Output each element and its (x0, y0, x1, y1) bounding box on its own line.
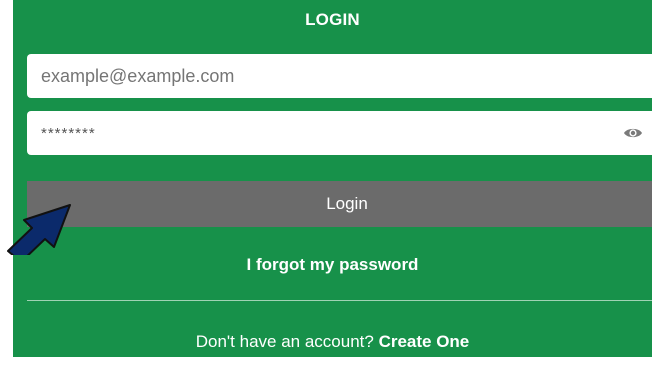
signup-prompt-text: Don't have an account? (195, 332, 374, 351)
create-account-link[interactable]: Create One (379, 332, 470, 351)
email-field[interactable]: example@example.com (27, 54, 652, 98)
signup-prompt: Don't have an account? Create One (13, 332, 652, 352)
login-title: LOGIN (305, 10, 360, 29)
eye-icon[interactable] (623, 124, 643, 142)
login-button[interactable]: Login (27, 181, 652, 227)
password-value: ******** (41, 124, 96, 142)
password-field[interactable]: ******** (27, 111, 652, 155)
arrow-icon (7, 204, 71, 255)
forgot-password-link[interactable]: I forgot my password (13, 255, 652, 275)
login-panel: LOGIN example@example.com ******** Login… (13, 0, 652, 357)
divider (27, 300, 652, 301)
email-placeholder: example@example.com (41, 65, 235, 86)
